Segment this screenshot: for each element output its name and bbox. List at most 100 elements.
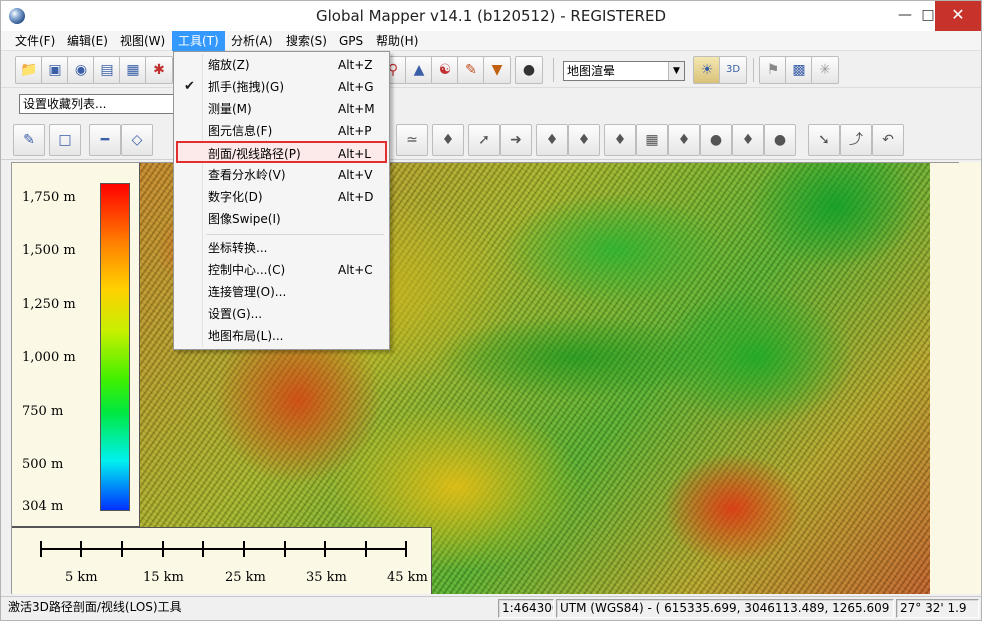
layer-icon[interactable]: ▤	[93, 56, 121, 84]
menu-analysis[interactable]: 分析(A)	[225, 31, 279, 51]
legend-label: 1,750 m	[22, 190, 76, 205]
gps-device-icon[interactable]: ▩	[785, 56, 813, 84]
bookmark-select[interactable]: 设置收藏列表...	[19, 94, 175, 114]
tools-menu-dropdown: 缩放(Z) Alt+Z ✔ 抓手(拖拽)(G) Alt+G 测量(M) Alt+…	[173, 51, 390, 350]
menu-item-label: 抓手(拖拽)(G)	[208, 80, 285, 94]
toolbar-separator	[553, 58, 554, 82]
cut-tool-icon[interactable]: ♦	[732, 124, 764, 156]
grid-tool-icon[interactable]: ▦	[636, 124, 668, 156]
pencil-icon[interactable]: ✎	[457, 56, 485, 84]
menu-item-zoom[interactable]: 缩放(Z) Alt+Z	[176, 54, 387, 76]
menu-item-map-layout[interactable]: 地图布局(L)...	[176, 325, 387, 347]
menu-separator	[206, 234, 384, 235]
menu-item-label: 图像Swipe(I)	[208, 212, 281, 226]
menu-item-accel: Alt+C	[338, 263, 373, 277]
scale-bar: 5 km 15 km 25 km 35 km 45 km	[12, 527, 432, 594]
scale-label: 15 km	[143, 570, 184, 585]
menu-item-coord-convert[interactable]: 坐标转换...	[176, 237, 387, 259]
merge-tool-icon[interactable]: ♦	[536, 124, 568, 156]
menu-item-accel: Alt+P	[338, 124, 372, 138]
split-tool-icon[interactable]: ➜	[500, 124, 532, 156]
render-mode-select[interactable]: 地图渲晕 ▼	[563, 61, 685, 81]
reshape-tool-icon[interactable]: ♦	[604, 124, 636, 156]
legend-label: 500 m	[22, 457, 64, 472]
menu-item-label: 数字化(D)	[208, 190, 263, 204]
scale-tick	[80, 541, 82, 557]
menu-item-label: 图元信息(F)	[208, 124, 273, 138]
funnel-icon[interactable]: ▼	[483, 56, 511, 84]
line-edit-icon[interactable]: ━	[89, 124, 121, 156]
menu-file[interactable]: 文件(F)	[9, 31, 61, 51]
tower-icon[interactable]: ☯	[431, 56, 459, 84]
menu-item-profile-los[interactable]: 剖面/视线路径(P) Alt+L	[176, 141, 387, 163]
menu-item-pan[interactable]: ✔ 抓手(拖拽)(G) Alt+G	[176, 76, 387, 98]
undo-icon[interactable]: ↶	[872, 124, 904, 156]
menu-search[interactable]: 搜索(S)	[280, 31, 333, 51]
binoculars-icon[interactable]: ●	[515, 56, 543, 84]
menu-item-label: 剖面/视线路径(P)	[208, 147, 301, 161]
scale-tick	[243, 541, 245, 557]
scale-tick	[202, 541, 204, 557]
chevron-down-icon[interactable]: ▼	[668, 62, 684, 80]
menu-view[interactable]: 视图(W)	[114, 31, 171, 51]
area-tool-icon[interactable]: ♦	[432, 124, 464, 156]
menu-item-control-center[interactable]: 控制中心...(C) Alt+C	[176, 259, 387, 281]
color-ramp	[100, 183, 130, 511]
shader-icon[interactable]: ☀	[693, 56, 721, 84]
menu-item-measure[interactable]: 测量(M) Alt+M	[176, 98, 387, 120]
scale-tick	[324, 541, 326, 557]
status-bar: 激活3D路径剖面/视线(LOS)工具 1:464300 UTM (WGS84) …	[1, 596, 981, 620]
render-mode-value: 地图渲晕	[567, 64, 616, 78]
scale-label: 35 km	[306, 570, 347, 585]
undo-vertex-icon[interactable]: ➘	[808, 124, 840, 156]
fill-tool-icon[interactable]: ●	[700, 124, 732, 156]
status-latlon: 27° 32' 1.9	[896, 599, 979, 618]
path-tool-icon[interactable]: ≃	[396, 124, 428, 156]
menu-edit[interactable]: 编辑(E)	[61, 31, 114, 51]
rotate-tool-icon[interactable]: ♦	[668, 124, 700, 156]
checkmark-icon: ✔	[184, 79, 195, 94]
menu-tools[interactable]: 工具(T)	[172, 31, 225, 51]
menu-item-label: 缩放(Z)	[208, 58, 250, 72]
legend-label: 1,500 m	[22, 243, 76, 258]
map-canvas[interactable]: 1,750 m 1,500 m 1,250 m 1,000 m 750 m 50…	[11, 162, 959, 594]
map-right-margin	[959, 162, 981, 594]
menu-gps[interactable]: GPS	[333, 31, 369, 51]
menu-item-feature-info[interactable]: 图元信息(F) Alt+P	[176, 120, 387, 142]
3d-view-icon[interactable]: 3D	[719, 56, 747, 84]
menu-item-settings[interactable]: 设置(G)...	[176, 303, 387, 325]
image-icon[interactable]: ▲	[405, 56, 433, 84]
minimize-button[interactable]: —	[890, 1, 920, 31]
maximize-button[interactable]: □	[920, 1, 936, 31]
scale-tick	[284, 541, 286, 557]
vertex-icon[interactable]: ◇	[121, 124, 153, 156]
digitizer-tool-icon[interactable]: ✎	[13, 124, 45, 156]
globe-icon[interactable]: ◉	[67, 56, 95, 84]
menu-item-accel: Alt+M	[338, 102, 375, 116]
buffer-tool-icon[interactable]: ♦	[568, 124, 600, 156]
open-folder-icon[interactable]: 📁	[15, 56, 43, 84]
export-icon[interactable]: ▦	[119, 56, 147, 84]
flag-icon[interactable]: ⚑	[759, 56, 787, 84]
area-edit-icon[interactable]: □	[49, 124, 81, 156]
scale-label: 45 km	[387, 570, 428, 585]
close-button[interactable]: ✕	[935, 1, 981, 31]
menu-help[interactable]: 帮助(H)	[370, 31, 424, 51]
status-message: 激活3D路径剖面/视线(LOS)工具	[8, 600, 182, 614]
save-icon[interactable]: ▣	[41, 56, 69, 84]
menu-item-image-swipe[interactable]: 图像Swipe(I)	[176, 208, 387, 230]
menu-item-accel: Alt+D	[338, 190, 374, 204]
erase-tool-icon[interactable]: ●	[764, 124, 796, 156]
bookmark-placeholder: 设置收藏列表...	[23, 97, 107, 111]
menu-item-label: 坐标转换...	[208, 241, 268, 255]
menu-item-watershed[interactable]: 查看分水岭(V) Alt+V	[176, 164, 387, 186]
tools-icon[interactable]: ✱	[145, 56, 173, 84]
move-up-icon[interactable]: ⤴	[840, 124, 872, 156]
network-icon[interactable]: ✳	[811, 56, 839, 84]
measure-tool-icon[interactable]: ➚	[468, 124, 500, 156]
menu-item-connection-manager[interactable]: 连接管理(O)...	[176, 281, 387, 303]
scale-tick	[365, 541, 367, 557]
menu-item-label: 设置(G)...	[208, 307, 263, 321]
window-title: Global Mapper v14.1 (b120512) - REGISTER…	[316, 7, 666, 25]
menu-item-digitize[interactable]: 数字化(D) Alt+D	[176, 186, 387, 208]
